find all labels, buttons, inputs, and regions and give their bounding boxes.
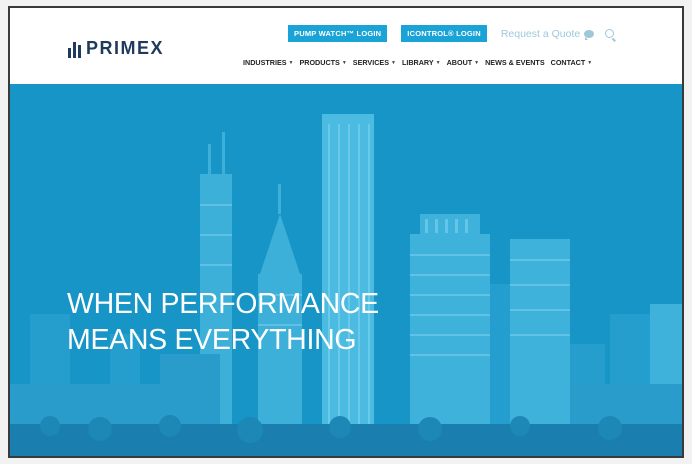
hero-headline-line1: WHEN PERFORMANCE <box>67 288 379 320</box>
nav-item-products[interactable]: PRODUCTS ▼ <box>299 58 346 67</box>
caret-down-icon: ▼ <box>435 59 441 66</box>
nav-item-services[interactable]: SERVICES ▼ <box>353 58 396 67</box>
browser-frame: PRIMEX PUMP WATCH™ LOGIN ICONTROL® LOGIN… <box>8 6 684 458</box>
caret-down-icon: ▼ <box>391 59 396 66</box>
nav-item-news-events[interactable]: NEWS & EVENTS <box>485 58 545 67</box>
nav-item-industries[interactable]: INDUSTRIES ▼ <box>243 58 293 67</box>
nav-label: INDUSTRIES <box>243 58 287 67</box>
nav-label: PRODUCTS <box>299 58 340 67</box>
logo-bars-icon <box>68 40 83 58</box>
main-nav: INDUSTRIES ▼ PRODUCTS ▼ SERVICES ▼ LIBRARY ▼… <box>243 58 598 67</box>
pump-watch-login-button[interactable]: PUMP WATCH™ LOGIN <box>288 25 388 42</box>
caret-down-icon: ▼ <box>587 59 593 66</box>
caret-down-icon: ▼ <box>288 59 294 66</box>
nav-item-about[interactable]: ABOUT ▼ <box>447 58 480 67</box>
nav-label: NEWS & EVENTS <box>485 58 545 67</box>
nav-item-contact[interactable]: CONTACT ▼ <box>551 58 593 67</box>
hero-headline: WHEN PERFORMANCE MEANS EVERYTHING <box>67 286 379 358</box>
city-skyline-image <box>10 84 682 456</box>
nav-label: LIBRARY <box>401 58 434 67</box>
request-quote-link[interactable]: Request a Quote <box>500 27 595 40</box>
primex-logo[interactable]: PRIMEX <box>68 38 164 59</box>
chat-bubble-icon <box>584 29 595 40</box>
request-quote-label: Request a Quote <box>500 27 581 40</box>
caret-down-icon: ▼ <box>474 59 480 66</box>
nav-label: SERVICES <box>352 58 389 67</box>
nav-label: CONTACT <box>550 58 586 67</box>
hero-banner: WHEN PERFORMANCE MEANS EVERYTHING <box>10 84 682 456</box>
utility-bar: PUMP WATCH™ LOGIN ICONTROL® LOGIN Reques… <box>288 25 615 42</box>
icontrol-login-button[interactable]: ICONTROL® LOGIN <box>401 25 487 42</box>
nav-label: ABOUT <box>446 58 473 67</box>
site-header: PRIMEX PUMP WATCH™ LOGIN ICONTROL® LOGIN… <box>10 8 682 84</box>
nav-item-library[interactable]: LIBRARY ▼ <box>402 58 441 67</box>
search-icon[interactable] <box>605 29 615 38</box>
caret-down-icon: ▼ <box>341 59 347 66</box>
hero-headline-line2: MEANS EVERYTHING <box>67 324 357 356</box>
brand-name: PRIMEX <box>86 38 165 58</box>
